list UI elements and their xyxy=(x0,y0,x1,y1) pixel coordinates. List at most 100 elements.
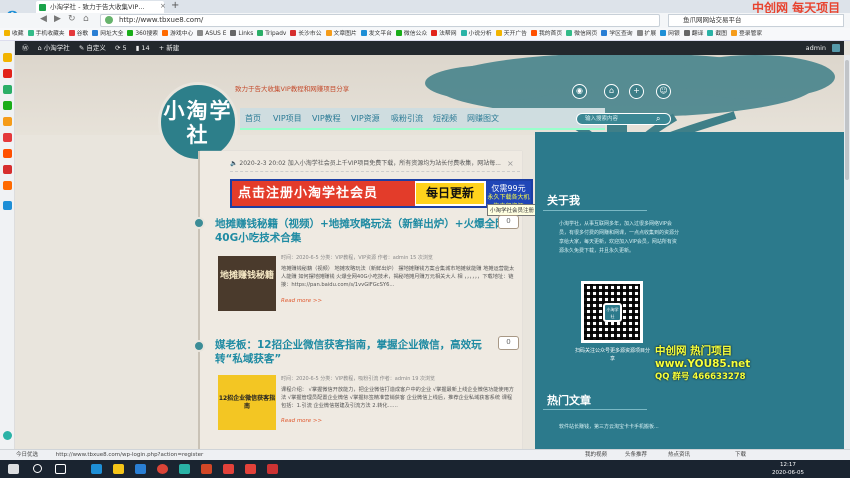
wp-user-menu[interactable]: admin xyxy=(806,41,826,55)
bookmark-item[interactable]: 学区查询 xyxy=(601,28,633,40)
bookmark-item[interactable]: 长沙市公 xyxy=(290,28,322,40)
wp-updates[interactable]: ⟳ 5 xyxy=(115,41,127,55)
status-item[interactable]: 头条推荐 xyxy=(625,450,647,460)
bookmark-item[interactable]: ASUS E xyxy=(197,28,226,40)
bookmark-item[interactable]: 天开广告 xyxy=(495,28,527,40)
bookmark-item[interactable]: 扩展 xyxy=(636,28,656,40)
wp-logo-icon[interactable]: Ⓦ xyxy=(22,41,29,55)
bookmark-item[interactable]: 文章图片 xyxy=(325,28,357,40)
sidebar-app-icon[interactable] xyxy=(3,165,12,174)
nav-item-traffic[interactable]: 吸粉引流 xyxy=(391,113,423,124)
bookmark-item[interactable]: 360搜索 xyxy=(127,28,158,40)
powerpoint-icon[interactable] xyxy=(201,464,212,474)
post-title[interactable]: 媒老板：12招企业微信获客指南，掌握企业微信，高效玩转“私域获客” xyxy=(215,338,507,366)
site-security-icon[interactable] xyxy=(105,16,113,24)
comment-count-badge[interactable]: 0 xyxy=(498,215,519,229)
bookmark-item[interactable]: 发文平台 xyxy=(360,28,392,40)
site-logo[interactable]: 小淘学社 xyxy=(158,82,238,162)
url-input[interactable]: http://www.tbxue8.com/ xyxy=(100,14,660,27)
bookmark-item[interactable]: 谷歌 xyxy=(68,28,88,40)
post-thumbnail[interactable]: 12招企业微信获客指南 xyxy=(218,375,276,430)
bookmark-item[interactable]: 登录管家 xyxy=(730,28,762,40)
bookmark-item[interactable]: 翻译 xyxy=(683,28,703,40)
home-icon[interactable]: ⌂ xyxy=(83,14,89,24)
avatar[interactable] xyxy=(832,44,840,52)
back-icon[interactable]: ◀ xyxy=(40,14,47,24)
nav-item-vip-course[interactable]: VIP教程 xyxy=(312,113,341,124)
bookmark-item[interactable]: Tripadv xyxy=(257,28,286,40)
status-item[interactable]: 我的视频 xyxy=(585,450,607,460)
task-view-icon[interactable] xyxy=(55,464,66,474)
nav-item-vip-resource[interactable]: VIP资源 xyxy=(351,113,380,124)
browser-search-input[interactable]: 鱼爪网网站交易平台 xyxy=(668,14,844,27)
status-item[interactable]: 下载 xyxy=(735,450,746,460)
app-taskbar-icon[interactable] xyxy=(135,464,146,474)
browser-tab[interactable]: 小淘学社 - 致力于告大收集VIP… xyxy=(36,1,164,13)
folder-icon[interactable] xyxy=(113,464,124,474)
post-thumbnail[interactable]: 地摊赚钱秘籍 xyxy=(218,256,276,311)
sidebar-settings-icon[interactable] xyxy=(3,431,12,440)
bookmark-item[interactable]: 收藏 xyxy=(4,28,24,40)
read-more-link[interactable]: Read more >> xyxy=(281,418,322,424)
bookmark-item[interactable]: Links xyxy=(230,28,253,40)
user-circle-icon[interactable]: ☺ xyxy=(656,84,671,99)
nav-item-articles[interactable]: 网赚图文 xyxy=(467,113,499,124)
bookmark-item[interactable]: 游戏中心 xyxy=(162,28,193,40)
search-icon[interactable]: ⌕ xyxy=(656,114,660,124)
forward-icon[interactable]: ▶ xyxy=(54,14,61,24)
status-item[interactable]: 热点资讯 xyxy=(668,450,690,460)
tab-close-icon[interactable]: × xyxy=(160,2,166,10)
bookmark-item[interactable]: 网银 xyxy=(660,28,680,40)
nav-item-vip-project[interactable]: VIP项目 xyxy=(273,113,302,124)
search-icon[interactable] xyxy=(33,464,42,473)
sidebar-app-icon[interactable] xyxy=(3,117,12,126)
sidebar-app-icon[interactable] xyxy=(3,181,12,190)
chrome-icon[interactable] xyxy=(157,464,168,474)
add-circle-icon[interactable]: + xyxy=(629,84,644,99)
nav-item-short-video[interactable]: 短视频 xyxy=(433,113,457,124)
bookmark-item[interactable]: 网址大全 xyxy=(92,28,123,40)
refresh-icon[interactable]: ↻ xyxy=(68,14,76,24)
scrollbar[interactable] xyxy=(844,55,850,449)
weibo-icon[interactable] xyxy=(3,69,12,78)
app-taskbar-icon[interactable] xyxy=(267,464,278,474)
app-taskbar-icon[interactable] xyxy=(223,464,234,474)
wp-customize[interactable]: ✎ 自定义 xyxy=(79,41,106,55)
taskbar-clock[interactable]: 12:17 2020-06-05 xyxy=(772,460,804,477)
bookmark-label: 我的首页 xyxy=(538,31,563,37)
bookmark-item[interactable]: 微信网页 xyxy=(566,28,597,40)
browser-side-panel xyxy=(0,41,15,461)
home-circle-icon[interactable]: ⌂ xyxy=(604,84,619,99)
bookmark-item[interactable]: 微信公众 xyxy=(395,28,427,40)
bookmark-item[interactable]: 小说分析 xyxy=(460,28,492,40)
sidebar-app-icon[interactable] xyxy=(3,149,12,158)
bookmark-item[interactable]: 截图 xyxy=(707,28,727,40)
bookmark-icon xyxy=(683,30,690,36)
windows-start-icon[interactable] xyxy=(8,464,19,474)
browser-taskbar-icon[interactable] xyxy=(179,464,190,474)
wp-site-name[interactable]: ⌂ 小淘学社 xyxy=(38,41,70,55)
favorites-star-icon[interactable] xyxy=(3,53,12,62)
bookmark-item[interactable]: 法帮网 xyxy=(431,28,457,40)
rss-icon[interactable]: ◉ xyxy=(572,84,587,99)
app-taskbar-icon[interactable] xyxy=(245,464,256,474)
nav-item-home[interactable]: 首页 xyxy=(245,113,261,124)
wp-comments[interactable]: ▮ 14 xyxy=(136,41,150,55)
scrollbar-thumb[interactable] xyxy=(845,60,849,180)
read-more-link[interactable]: Read more >> xyxy=(281,298,322,304)
announcement-close-icon[interactable]: × xyxy=(507,156,514,172)
sidebar-app-icon[interactable] xyxy=(3,133,12,142)
sidebar-app-icon[interactable] xyxy=(3,201,12,210)
ie-taskbar-icon[interactable] xyxy=(91,464,102,474)
new-tab-icon[interactable]: + xyxy=(171,0,179,11)
comment-count-badge[interactable]: 0 xyxy=(498,336,519,350)
hot-article-item[interactable]: 软件站长赚钱，第三方云淘宝卡卡手机搬板... xyxy=(559,423,659,430)
wp-customize-label: 自定义 xyxy=(86,44,106,52)
bookmark-item[interactable]: 我的首页 xyxy=(530,28,563,40)
status-left[interactable]: 今日优选 xyxy=(16,452,38,458)
sidebar-app-icon[interactable] xyxy=(3,85,12,94)
post-title[interactable]: 地摊赚钱秘籍（视频）+地摊攻略玩法（新鲜出炉）+火爆全网40G小吃技术合集 xyxy=(215,217,507,245)
wp-new[interactable]: + 新建 xyxy=(159,41,180,55)
wechat-icon[interactable] xyxy=(3,101,12,110)
bookmark-item[interactable]: 手机收藏夹 xyxy=(27,28,65,40)
